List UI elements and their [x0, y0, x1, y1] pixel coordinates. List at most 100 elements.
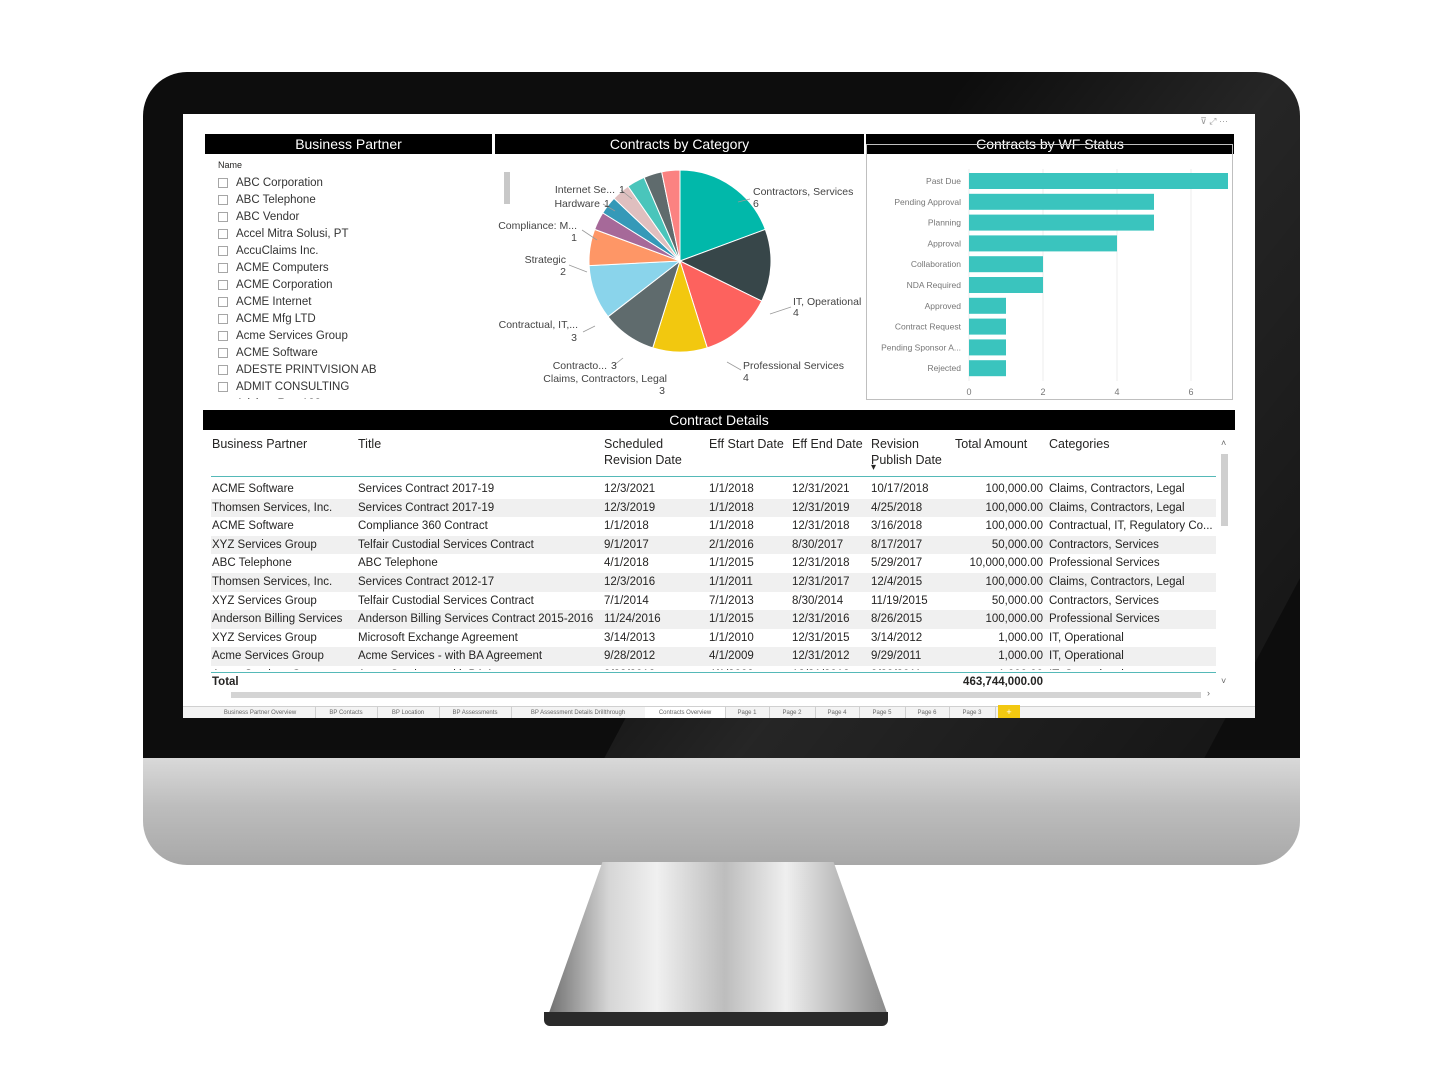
- bar[interactable]: [969, 360, 1006, 377]
- checkbox-icon[interactable]: [218, 262, 228, 273]
- slicer-item[interactable]: AccuClaims Inc.: [218, 242, 493, 259]
- column-header[interactable]: Categories: [1049, 436, 1217, 452]
- bar[interactable]: [969, 277, 1043, 293]
- table-row[interactable]: XYZ Services Group Microsoft Exchange Agr…: [211, 629, 1216, 648]
- table-row[interactable]: Acme Services Group Acme Services - with …: [211, 666, 1216, 670]
- checkbox-icon[interactable]: [218, 228, 228, 239]
- visual-options-icon[interactable]: ⊽ ⤢ ···: [1200, 116, 1228, 127]
- table-row[interactable]: Thomsen Services, Inc. Services Contract …: [211, 573, 1216, 592]
- table-cell: 9/28/2012: [604, 650, 656, 663]
- bar[interactable]: [969, 235, 1117, 252]
- table-row[interactable]: Acme Services Group Acme Services - with …: [211, 647, 1216, 666]
- scroll-down-icon[interactable]: ˅: [1221, 676, 1226, 686]
- table-cell: Claims, Contractors, Legal: [1049, 501, 1185, 514]
- column-header[interactable]: Total Amount: [955, 436, 1043, 452]
- report-canvas: Business Partner Name ABC Corporation ABC…: [183, 114, 1255, 718]
- page-tab[interactable]: Page 5: [859, 707, 906, 718]
- checkbox-icon[interactable]: [218, 279, 228, 290]
- slicer-item[interactable]: ADESTE PRINTVISION AB: [218, 361, 493, 378]
- table-row[interactable]: Thomsen Services, Inc. Services Contract …: [211, 498, 1216, 518]
- table-row[interactable]: XYZ Services Group Telfair Custodial Serv…: [211, 592, 1216, 611]
- bar-axis-tick: 2: [1040, 387, 1045, 397]
- table-cell: XYZ Services Group: [212, 594, 317, 607]
- checkbox-icon[interactable]: [218, 398, 228, 399]
- checkbox-icon[interactable]: [218, 245, 228, 256]
- slicer-item[interactable]: Accel Mitra Solusi, PT: [218, 225, 493, 242]
- table-cell: Services Contract 2012-17: [358, 576, 495, 588]
- page-tab[interactable]: BP Assessment Details Drillthrough: [511, 707, 646, 718]
- slicer-item[interactable]: ACME Corporation: [218, 276, 493, 293]
- checkbox-icon[interactable]: [218, 194, 228, 205]
- checkbox-icon[interactable]: [218, 330, 228, 341]
- bar[interactable]: [969, 173, 1228, 189]
- table-cell: 12/31/2018: [792, 557, 850, 570]
- page-tab[interactable]: Page 4: [815, 707, 860, 718]
- bar[interactable]: [969, 193, 1154, 210]
- slicer-item[interactable]: ADMIT CONSULTING: [218, 378, 493, 395]
- slicer-item[interactable]: ACME Mfg LTD: [218, 310, 493, 327]
- bar[interactable]: [969, 297, 1006, 314]
- page-tab[interactable]: Page 2: [769, 707, 816, 718]
- business-partner-slicer: Business Partner Name ABC Corporation ABC…: [205, 124, 510, 399]
- add-page-button[interactable]: +: [998, 705, 1020, 718]
- table-horizontal-scrollbar[interactable]: [231, 692, 1201, 698]
- table-cell: Microsoft Exchange Agreement: [358, 631, 518, 644]
- table-cell: 12/3/2016: [604, 576, 656, 588]
- pie-data-value: 3: [659, 385, 665, 394]
- column-header[interactable]: Eff End Date: [792, 436, 868, 452]
- bar[interactable]: [969, 339, 1006, 356]
- checkbox-icon[interactable]: [218, 177, 228, 188]
- checkbox-icon[interactable]: [218, 296, 228, 307]
- column-header[interactable]: Title: [358, 436, 601, 452]
- sort-descending-icon[interactable]: ▾: [871, 462, 876, 473]
- table-cell: IT, Operational: [1049, 666, 1213, 670]
- scroll-up-icon[interactable]: ˄: [1221, 438, 1226, 448]
- page-tab[interactable]: Page 6: [905, 707, 950, 718]
- table-total-row: Total 463,744,000.00: [211, 672, 1216, 691]
- slicer-item[interactable]: ACME Internet: [218, 293, 493, 310]
- checkbox-icon[interactable]: [218, 364, 228, 375]
- column-header[interactable]: Scheduled Revision Date: [604, 436, 684, 468]
- page-tab[interactable]: BP Contacts: [315, 707, 378, 718]
- slicer-item[interactable]: Advisor Rep 123: [218, 395, 493, 399]
- table-cell: Contractual, IT, Regulatory Co...: [1049, 520, 1213, 533]
- bar[interactable]: [969, 214, 1154, 231]
- column-header[interactable]: Revision Publish Date: [871, 436, 951, 468]
- slicer-item[interactable]: ACME Computers: [218, 259, 493, 276]
- table-row[interactable]: ABC Telephone ABC Telephone 4/1/2018 1/1/20…: [211, 554, 1216, 573]
- checkbox-icon[interactable]: [218, 381, 228, 392]
- table-row[interactable]: Anderson Billing Services Anderson Billin…: [211, 610, 1216, 629]
- report-page-tabs: Business Partner Overview BP Contacts BP L…: [183, 705, 1255, 718]
- bar[interactable]: [969, 318, 1006, 335]
- table-cell: 12/31/2015: [792, 631, 850, 644]
- table-cell: 100,000.00: [985, 520, 1043, 533]
- page-tab[interactable]: BP Assessments: [439, 707, 512, 718]
- table-cell: 1,000.00: [998, 650, 1043, 663]
- table-row[interactable]: ACME Software Services Contract 2017-19 12…: [211, 480, 1216, 499]
- slicer-item[interactable]: ABC Vendor: [218, 208, 493, 225]
- page-tab[interactable]: Business Partner Overview: [205, 707, 316, 718]
- column-header[interactable]: Business Partner: [212, 436, 356, 452]
- page-tab[interactable]: Contracts Overview: [645, 707, 726, 718]
- table-cell: 100,000.00: [985, 613, 1043, 626]
- slicer-item-label: ABC Vendor: [236, 210, 300, 223]
- table-cell: 12/31/2012: [792, 650, 850, 663]
- page-tab[interactable]: Page 3: [949, 707, 996, 718]
- table-cell: 1,000.00: [957, 666, 1043, 670]
- table-row[interactable]: ACME Software Compliance 360 Contract 1/1/…: [211, 517, 1216, 536]
- checkbox-icon[interactable]: [218, 313, 228, 324]
- scroll-right-icon[interactable]: ›: [1207, 688, 1210, 698]
- checkbox-icon[interactable]: [218, 211, 228, 222]
- page-tab[interactable]: BP Location: [377, 707, 440, 718]
- page-tab[interactable]: Page 1: [725, 707, 770, 718]
- table-row[interactable]: XYZ Services Group Telfair Custodial Serv…: [211, 535, 1216, 555]
- bar[interactable]: [969, 256, 1043, 273]
- table-vertical-scrollbar[interactable]: [1221, 454, 1228, 526]
- slicer-item[interactable]: Acme Services Group: [218, 327, 493, 344]
- checkbox-icon[interactable]: [218, 347, 228, 358]
- slicer-item[interactable]: ABC Telephone: [218, 191, 493, 208]
- table-cell: 1/1/2018: [709, 520, 754, 533]
- slicer-item[interactable]: ACME Software: [218, 344, 493, 361]
- column-header[interactable]: Eff Start Date: [709, 436, 789, 452]
- slicer-item[interactable]: ABC Corporation: [218, 174, 493, 191]
